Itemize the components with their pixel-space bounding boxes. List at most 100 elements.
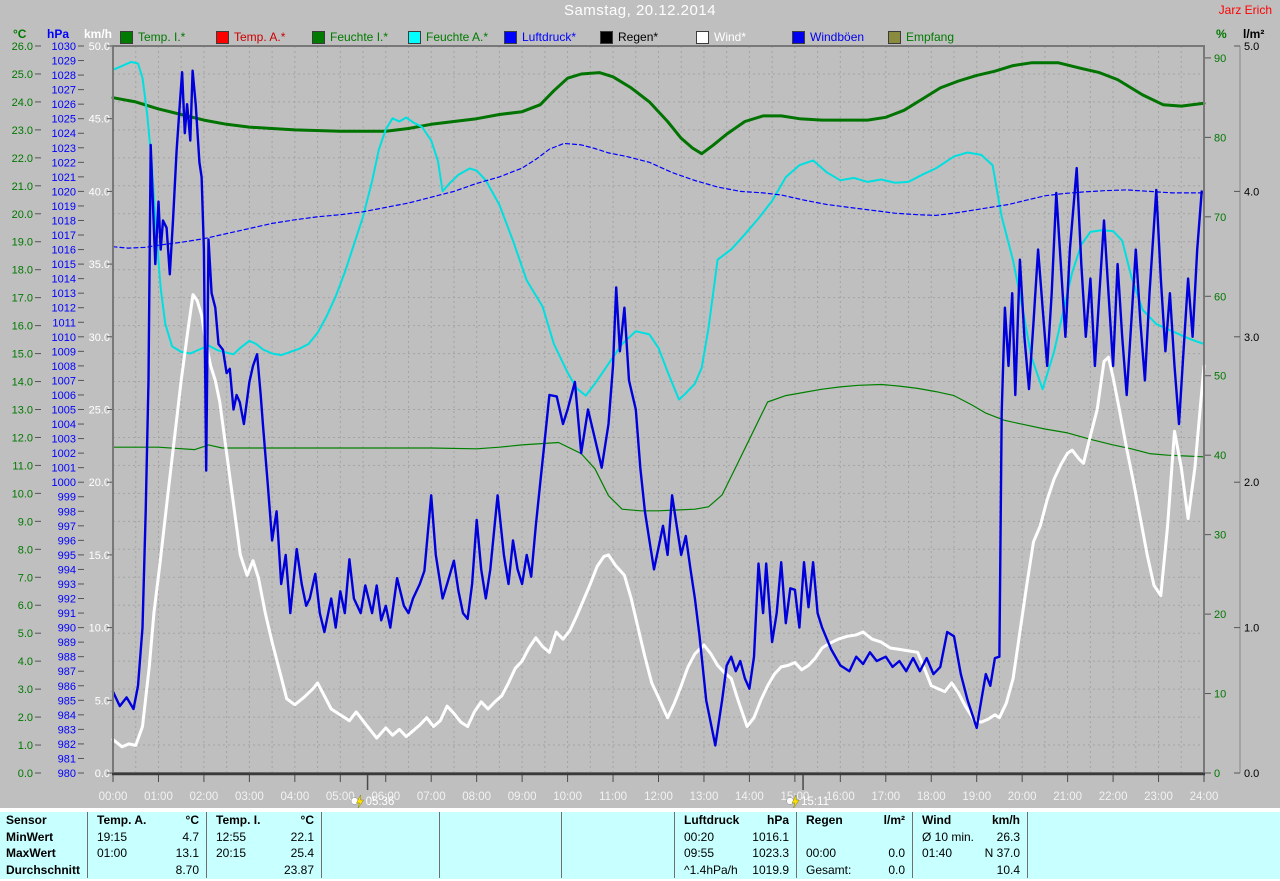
weather-app-window: { "header": { "title": "Samstag, 20.12.2…: [0, 0, 1280, 881]
svg-text:80: 80: [1214, 132, 1226, 144]
svg-text:997: 997: [58, 521, 76, 533]
svg-text:10.0: 10.0: [89, 623, 110, 635]
table-group-empty: [1028, 812, 1280, 878]
svg-text:23:00: 23:00: [1144, 791, 1173, 803]
table-cell: 0.0: [801, 845, 905, 861]
weather-chart: 26.025.024.023.022.021.020.019.018.017.0…: [0, 0, 1280, 810]
svg-text:983: 983: [58, 724, 76, 736]
svg-text:1007: 1007: [52, 375, 76, 387]
table-cell: l/m²: [801, 812, 905, 828]
svg-text:20:00: 20:00: [1008, 791, 1037, 803]
svg-text:14.0: 14.0: [12, 377, 33, 389]
svg-text:1014: 1014: [52, 274, 76, 286]
svg-text:1.0: 1.0: [18, 740, 33, 752]
table-row-label: Sensor: [6, 812, 82, 828]
svg-text:1011: 1011: [52, 317, 76, 329]
svg-text:70: 70: [1214, 212, 1226, 224]
svg-text:11.0: 11.0: [12, 460, 33, 472]
svg-text:1017: 1017: [52, 230, 76, 242]
svg-text:40: 40: [1214, 450, 1226, 462]
svg-text:25.0: 25.0: [12, 69, 33, 81]
svg-text:50.0: 50.0: [89, 41, 110, 53]
table-cell: 1016.1: [679, 829, 789, 845]
table-cell: 8.70: [92, 862, 199, 878]
table-cell: 26.3: [917, 829, 1020, 845]
svg-text:981: 981: [58, 753, 76, 765]
svg-text:35.0: 35.0: [89, 259, 110, 271]
svg-text:991: 991: [58, 608, 76, 620]
table-cell: 4.7: [92, 829, 199, 845]
svg-text:989: 989: [58, 637, 76, 649]
svg-text:10:00: 10:00: [553, 791, 582, 803]
svg-text:988: 988: [58, 652, 76, 664]
svg-text:16.0: 16.0: [12, 321, 33, 333]
svg-text:05:00: 05:00: [326, 791, 355, 803]
svg-text:15.0: 15.0: [89, 550, 110, 562]
table-group-luftdruck: LuftdruckhPa00:201016.109:551023.3^1.4hP…: [675, 812, 797, 878]
svg-text:23.0: 23.0: [12, 125, 33, 137]
svg-text:1023: 1023: [52, 143, 76, 155]
svg-text:999: 999: [58, 492, 76, 504]
svg-text:986: 986: [58, 681, 76, 693]
svg-text:1001: 1001: [52, 463, 76, 475]
table-row-label: Durchschnitt: [6, 862, 82, 878]
svg-text:30: 30: [1214, 530, 1226, 542]
svg-text:21.0: 21.0: [12, 181, 33, 193]
table-cell: 25.4: [211, 845, 314, 861]
svg-text:5.0: 5.0: [18, 628, 33, 640]
svg-text:01:00: 01:00: [144, 791, 173, 803]
table-group-temp-i-: Temp. I.°C12:5522.120:1525.423.87: [207, 812, 322, 878]
svg-text:1.0: 1.0: [1244, 623, 1259, 635]
svg-text:8.0: 8.0: [18, 544, 33, 556]
table-cell: °C: [92, 812, 199, 828]
svg-text:17.0: 17.0: [12, 293, 33, 305]
svg-text:0.0: 0.0: [18, 768, 33, 780]
svg-text:1016: 1016: [52, 245, 76, 257]
svg-text:15.0: 15.0: [12, 349, 33, 361]
series-windb-en: [113, 71, 1202, 746]
svg-text:2.0: 2.0: [1244, 477, 1259, 489]
svg-text:1005: 1005: [52, 405, 76, 417]
svg-text:20.0: 20.0: [12, 209, 33, 221]
svg-text:50: 50: [1214, 371, 1226, 383]
table-group-empty: [322, 812, 440, 878]
svg-text:1012: 1012: [52, 303, 76, 315]
table-cell: 22.1: [211, 829, 314, 845]
svg-text:993: 993: [58, 579, 76, 591]
svg-text:4.0: 4.0: [18, 656, 33, 668]
svg-text:22:00: 22:00: [1099, 791, 1128, 803]
svg-text:02:00: 02:00: [190, 791, 219, 803]
svg-text:994: 994: [58, 564, 76, 576]
svg-text:30.0: 30.0: [89, 332, 110, 344]
svg-text:19.0: 19.0: [12, 237, 33, 249]
svg-text:00:00: 00:00: [99, 791, 128, 803]
svg-text:1000: 1000: [52, 477, 76, 489]
svg-text:10: 10: [1214, 689, 1226, 701]
svg-text:5.0: 5.0: [95, 695, 110, 707]
svg-text:984: 984: [58, 710, 76, 722]
table-cell: 10.4: [917, 862, 1020, 878]
svg-text:1019: 1019: [52, 201, 76, 213]
svg-text:22.0: 22.0: [12, 153, 33, 165]
table-cell: 1023.3: [679, 845, 789, 861]
svg-text:1024: 1024: [52, 128, 76, 140]
svg-text:990: 990: [58, 623, 76, 635]
svg-text:1022: 1022: [52, 157, 76, 169]
svg-text:998: 998: [58, 506, 76, 518]
svg-text:14:00: 14:00: [735, 791, 764, 803]
table-cell: 1019.9: [679, 862, 789, 878]
svg-text:1028: 1028: [52, 70, 76, 82]
svg-text:10.0: 10.0: [12, 488, 33, 500]
svg-text:19:00: 19:00: [962, 791, 991, 803]
svg-text:1006: 1006: [52, 390, 76, 402]
svg-text:1020: 1020: [52, 186, 76, 198]
svg-text:1027: 1027: [52, 85, 76, 97]
svg-text:12.0: 12.0: [12, 432, 33, 444]
table-row-label: MinWert: [6, 829, 82, 845]
svg-text:1008: 1008: [52, 361, 76, 373]
table-cell: hPa: [679, 812, 789, 828]
svg-text:20.0: 20.0: [89, 477, 110, 489]
svg-text:60: 60: [1214, 291, 1226, 303]
svg-text:17:00: 17:00: [871, 791, 900, 803]
svg-text:5.0: 5.0: [1244, 41, 1259, 53]
